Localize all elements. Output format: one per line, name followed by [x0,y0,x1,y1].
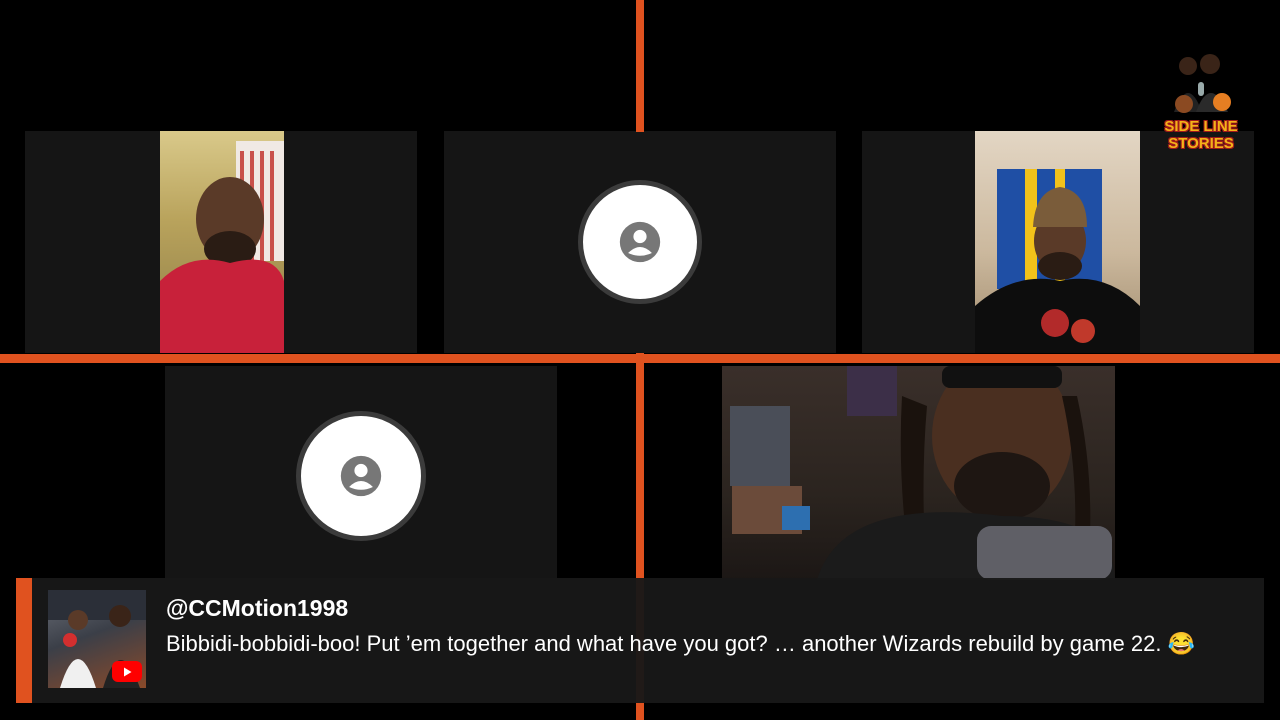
chat-message-card: @CCMotion1998 Bibbidi-bobbidi-boo! Put ’… [16,578,1264,703]
participant-avatar-4 [296,411,426,541]
channel-logo: SIDE LINE STORIES [1160,34,1242,152]
vertical-divider-top [636,0,644,132]
chat-author-avatar[interactable] [48,590,146,688]
logo-text-line-2: STORIES [1168,135,1234,152]
chat-message-text: Bibbidi-bobbidi-boo! Put ’em together an… [166,631,1195,656]
person-icon [619,221,661,263]
participant-video-3 [975,131,1140,353]
logo-text-line-1: SIDE LINE [1164,118,1238,135]
participant-video-1 [160,131,284,353]
chat-accent-bar [16,578,32,703]
horizontal-divider [0,354,1280,363]
participant-avatar-2 [578,180,702,304]
hosts-illustration-icon [1174,54,1231,113]
youtube-icon [112,661,142,682]
participant-video-5[interactable] [722,366,1115,580]
chat-author-name: @CCMotion1998 [166,595,349,621]
person-icon [340,455,382,497]
